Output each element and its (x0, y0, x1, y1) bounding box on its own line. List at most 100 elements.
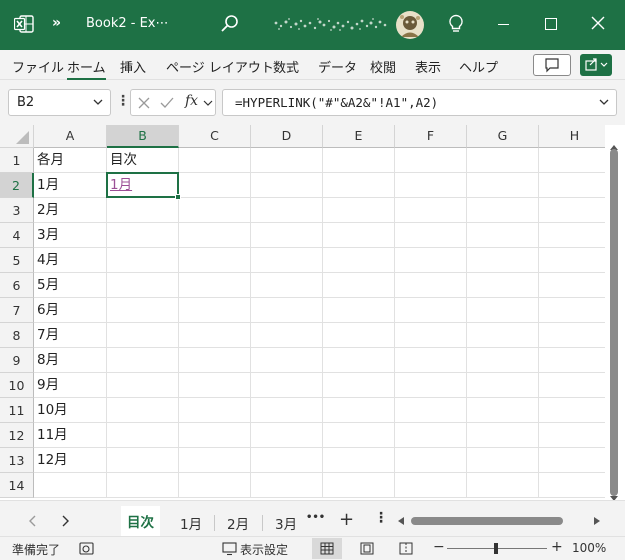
cell-h4[interactable] (539, 223, 605, 248)
display-settings-label[interactable]: 表示設定 (240, 541, 288, 558)
cell-b3[interactable] (107, 198, 179, 223)
select-all-corner[interactable] (0, 125, 34, 148)
accessibility-icon[interactable] (79, 542, 95, 556)
fill-handle[interactable] (175, 194, 181, 200)
cell-d6[interactable] (251, 273, 323, 298)
cell-h9[interactable] (539, 348, 605, 373)
horizontal-scroll-thumb[interactable] (411, 517, 563, 525)
row-header-11[interactable]: 11 (0, 398, 34, 423)
zoom-out-button[interactable]: − (433, 539, 445, 555)
cell-g14[interactable] (467, 473, 539, 498)
cell-g6[interactable] (467, 273, 539, 298)
row-header-7[interactable]: 7 (0, 298, 34, 323)
formula-bar-more-icon[interactable]: ⋮ (116, 93, 130, 109)
worksheet-grid[interactable]: A B C D E F G H 1 各月 目次 2 1月 1月 3 2月 4 3月 5 4月 6 5月 7 6月 8 7月 9 8月 1… (0, 125, 605, 500)
row-header-9[interactable]: 9 (0, 348, 34, 373)
cell-h5[interactable] (539, 248, 605, 273)
cell-e2[interactable] (323, 173, 395, 198)
zoom-in-button[interactable]: + (551, 539, 563, 555)
cell-d2[interactable] (251, 173, 323, 198)
column-header-a[interactable]: A (34, 125, 107, 148)
cell-a3[interactable]: 2月 (34, 198, 107, 223)
cell-b12[interactable] (107, 423, 179, 448)
cell-h8[interactable] (539, 323, 605, 348)
cell-h7[interactable] (539, 298, 605, 323)
comments-button[interactable] (533, 54, 571, 76)
close-icon[interactable] (590, 15, 606, 31)
cell-a8[interactable]: 7月 (34, 323, 107, 348)
cancel-icon[interactable] (137, 96, 151, 110)
vertical-scroll-thumb[interactable] (610, 149, 618, 496)
cell-a2[interactable]: 1月 (34, 173, 107, 198)
cell-a13[interactable]: 12月 (34, 448, 107, 473)
cell-e14[interactable] (323, 473, 395, 498)
cell-d1[interactable] (251, 148, 323, 173)
cell-f14[interactable] (395, 473, 467, 498)
row-header-4[interactable]: 4 (0, 223, 34, 248)
cell-f7[interactable] (395, 298, 467, 323)
cell-b13[interactable] (107, 448, 179, 473)
cell-h11[interactable] (539, 398, 605, 423)
cell-c8[interactable] (179, 323, 251, 348)
cell-a14[interactable] (34, 473, 107, 498)
cell-a10[interactable]: 9月 (34, 373, 107, 398)
cell-a4[interactable]: 3月 (34, 223, 107, 248)
sheet-tab-feb[interactable]: 2月 (227, 513, 249, 533)
row-header-3[interactable]: 3 (0, 198, 34, 223)
cell-d5[interactable] (251, 248, 323, 273)
cell-g5[interactable] (467, 248, 539, 273)
cell-c6[interactable] (179, 273, 251, 298)
cell-h14[interactable] (539, 473, 605, 498)
cell-b1[interactable]: 目次 (107, 148, 179, 173)
zoom-level[interactable]: 100% (572, 541, 606, 555)
row-header-12[interactable]: 12 (0, 423, 34, 448)
cell-d14[interactable] (251, 473, 323, 498)
cell-e9[interactable] (323, 348, 395, 373)
cell-d12[interactable] (251, 423, 323, 448)
tab-insert[interactable]: 挿入 (120, 57, 146, 76)
page-break-view-icon[interactable] (399, 542, 413, 555)
row-header-14[interactable]: 14 (0, 473, 34, 498)
cell-g11[interactable] (467, 398, 539, 423)
cell-g12[interactable] (467, 423, 539, 448)
tab-data[interactable]: データ (318, 57, 357, 76)
cell-e4[interactable] (323, 223, 395, 248)
cell-g8[interactable] (467, 323, 539, 348)
normal-view-button[interactable] (312, 538, 342, 559)
cell-e3[interactable] (323, 198, 395, 223)
cell-b9[interactable] (107, 348, 179, 373)
cell-e10[interactable] (323, 373, 395, 398)
cell-b6[interactable] (107, 273, 179, 298)
column-header-f[interactable]: F (395, 125, 467, 148)
column-header-g[interactable]: G (467, 125, 539, 148)
cell-c4[interactable] (179, 223, 251, 248)
cell-h3[interactable] (539, 198, 605, 223)
cell-c9[interactable] (179, 348, 251, 373)
cell-h2[interactable] (539, 173, 605, 198)
column-header-d[interactable]: D (251, 125, 323, 148)
cell-c5[interactable] (179, 248, 251, 273)
name-box[interactable]: B2 (8, 89, 111, 116)
cell-g2[interactable] (467, 173, 539, 198)
hscroll-right-icon[interactable] (593, 516, 601, 526)
chevron-down-icon[interactable] (92, 96, 104, 108)
cell-a1[interactable]: 各月 (34, 148, 107, 173)
lightbulb-icon[interactable] (447, 14, 465, 34)
vertical-scrollbar[interactable] (605, 125, 625, 510)
cell-h1[interactable] (539, 148, 605, 173)
cell-f3[interactable] (395, 198, 467, 223)
cell-g13[interactable] (467, 448, 539, 473)
column-header-c[interactable]: C (179, 125, 251, 148)
cell-b10[interactable] (107, 373, 179, 398)
row-header-1[interactable]: 1 (0, 148, 34, 173)
row-header-2[interactable]: 2 (0, 173, 34, 198)
tab-home[interactable]: ホーム (67, 57, 106, 80)
cell-a12[interactable]: 11月 (34, 423, 107, 448)
cell-g4[interactable] (467, 223, 539, 248)
cell-d11[interactable] (251, 398, 323, 423)
share-button[interactable] (580, 54, 612, 76)
maximize-button[interactable] (545, 18, 557, 30)
add-sheet-button[interactable]: + (339, 509, 354, 530)
cell-a11[interactable]: 10月 (34, 398, 107, 423)
row-header-10[interactable]: 10 (0, 373, 34, 398)
